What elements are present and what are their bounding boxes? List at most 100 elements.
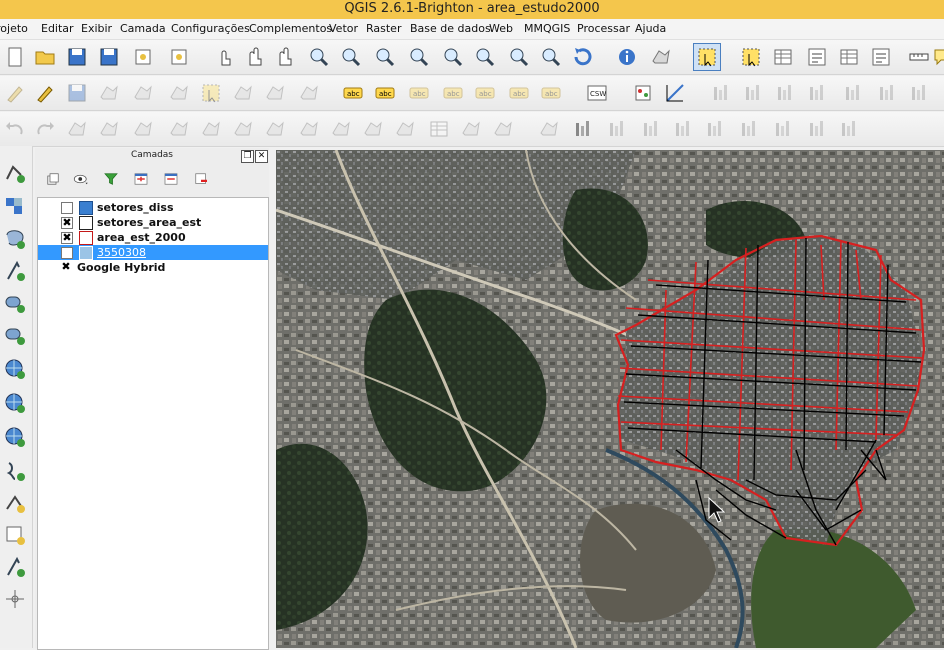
grass-region-icon[interactable]: [570, 116, 596, 142]
layer-google-hybrid[interactable]: ✖ Google Hybrid: [38, 260, 268, 275]
touch-icon[interactable]: [212, 44, 238, 70]
remove-layer-icon[interactable]: [189, 167, 213, 191]
offset-curve-icon[interactable]: [296, 116, 322, 142]
select-features-icon[interactable]: [693, 43, 721, 71]
collapse-all-icon[interactable]: [159, 167, 183, 191]
layer-visibility-checkbox[interactable]: [61, 202, 73, 214]
label-highlight-icon[interactable]: abc: [372, 80, 398, 106]
zoom-native-icon[interactable]: [372, 44, 398, 70]
add-oracle-layer-icon[interactable]: [2, 322, 28, 348]
menu-editar[interactable]: Editar: [41, 19, 74, 39]
undo-icon[interactable]: [2, 116, 28, 142]
vertex-c-icon[interactable]: [736, 116, 762, 142]
move-label-icon[interactable]: abc: [472, 80, 498, 106]
compose-manager-icon[interactable]: [166, 44, 192, 70]
split-features-icon[interactable]: [328, 116, 354, 142]
new-shapefile-icon[interactable]: [2, 522, 28, 548]
node-tool-icon[interactable]: [166, 80, 192, 106]
statistics-icon[interactable]: [868, 44, 894, 70]
pan-to-selection-icon[interactable]: [272, 44, 298, 70]
menu-ajuda[interactable]: Ajuda: [635, 19, 666, 39]
layer-area-est-2000[interactable]: ✖ area_est_2000: [38, 230, 268, 245]
digitize-icon[interactable]: [2, 80, 28, 106]
vertex-b-icon[interactable]: [702, 116, 728, 142]
layer-setores-diss[interactable]: setores_diss: [38, 200, 268, 215]
rotate-point-icon[interactable]: [458, 116, 484, 142]
move-feature-icon[interactable]: [130, 80, 156, 106]
layer-visibility-checkbox[interactable]: ✖: [61, 217, 73, 229]
menu-exibir[interactable]: Exibir: [81, 19, 112, 39]
print-composer-icon[interactable]: [130, 44, 156, 70]
add-wfs-layer-icon[interactable]: [2, 424, 28, 450]
layer-setores-area-est[interactable]: ✖ setores_area_est: [38, 215, 268, 230]
manage-visibility-icon[interactable]: [69, 167, 93, 191]
merge-attributes-icon[interactable]: [426, 116, 452, 142]
menu-mmqgis[interactable]: MMQGIS: [524, 19, 570, 39]
zoom-last-icon[interactable]: [506, 44, 532, 70]
delete-part-icon[interactable]: [230, 116, 256, 142]
menu-projeto[interactable]: rojeto: [0, 19, 28, 39]
zoom-layer-icon[interactable]: [472, 44, 498, 70]
vertex-a-icon[interactable]: [670, 116, 696, 142]
delete-ring-icon[interactable]: [198, 116, 224, 142]
new-project-icon[interactable]: [2, 44, 28, 70]
menu-raster[interactable]: Raster: [366, 19, 401, 39]
attribute-table-icon[interactable]: [836, 44, 862, 70]
plugin-b-icon[interactable]: [874, 80, 900, 106]
menu-configuracoes[interactable]: Configurações: [171, 19, 250, 39]
save-as-icon[interactable]: [96, 44, 122, 70]
add-part-icon[interactable]: [130, 116, 156, 142]
zoom-selection-icon[interactable]: [440, 44, 466, 70]
menu-processar[interactable]: Processar: [577, 19, 630, 39]
raster-contrast-icon[interactable]: [772, 80, 798, 106]
label-icon[interactable]: abc: [340, 80, 366, 106]
fill-ring-icon[interactable]: [166, 116, 192, 142]
add-delimited-text-icon[interactable]: [2, 458, 28, 484]
raster-stretch-icon[interactable]: [740, 80, 766, 106]
identify-icon[interactable]: [614, 44, 640, 70]
add-wms-layer-icon[interactable]: [2, 356, 28, 382]
raster-histogram-icon[interactable]: [708, 80, 734, 106]
field-calculator-icon[interactable]: [804, 44, 830, 70]
change-label-icon[interactable]: abc: [538, 80, 564, 106]
add-group-icon[interactable]: [41, 167, 65, 191]
measure-icon[interactable]: [906, 44, 932, 70]
map-canvas[interactable]: [276, 150, 944, 648]
add-wcs-layer-icon[interactable]: [2, 390, 28, 416]
merge-features-icon[interactable]: [392, 116, 418, 142]
plugin-c-icon[interactable]: [906, 80, 932, 106]
gps-icon[interactable]: [2, 586, 28, 612]
layer-visibility-checkbox[interactable]: ✖: [61, 261, 71, 272]
topology-icon[interactable]: [536, 116, 562, 142]
add-vector-layer-icon[interactable]: [2, 160, 28, 186]
grass-tools-icon[interactable]: [604, 116, 630, 142]
split-parts-icon[interactable]: [360, 116, 386, 142]
vertex-d-icon[interactable]: [770, 116, 796, 142]
layer-visibility-checkbox[interactable]: [61, 247, 73, 259]
grass-new-icon[interactable]: [638, 116, 664, 142]
layer-visibility-checkbox[interactable]: ✖: [61, 232, 73, 244]
menu-camada[interactable]: Camada: [120, 19, 166, 39]
georeferencer-icon[interactable]: [630, 80, 656, 106]
add-postgis-layer-icon[interactable]: [2, 226, 28, 252]
rotate-feature-icon[interactable]: [490, 116, 516, 142]
save-edits-icon[interactable]: [64, 80, 90, 106]
menu-complementos[interactable]: Complementos: [249, 19, 332, 39]
filter-legend-icon[interactable]: [99, 167, 123, 191]
add-ring-icon[interactable]: [96, 116, 122, 142]
zoom-next-icon[interactable]: [538, 44, 564, 70]
zoom-in-icon[interactable]: [306, 44, 332, 70]
attributes-icon[interactable]: [770, 44, 796, 70]
pan-icon[interactable]: [242, 44, 268, 70]
show-labels-icon[interactable]: abc: [440, 80, 466, 106]
close-panel-button[interactable]: ✕: [255, 150, 268, 163]
layer-3550308[interactable]: 3550308: [38, 245, 268, 260]
paste-features-icon[interactable]: [296, 80, 322, 106]
add-virtual-layer-icon[interactable]: [2, 490, 28, 516]
add-spatialite-layer-icon[interactable]: [2, 258, 28, 284]
menu-base-de-dados[interactable]: Base de dados: [410, 19, 491, 39]
new-spatialite-icon[interactable]: [2, 554, 28, 580]
copy-features-icon[interactable]: [262, 80, 288, 106]
add-feature-icon[interactable]: [96, 80, 122, 106]
toggle-editing-icon[interactable]: [32, 80, 58, 106]
